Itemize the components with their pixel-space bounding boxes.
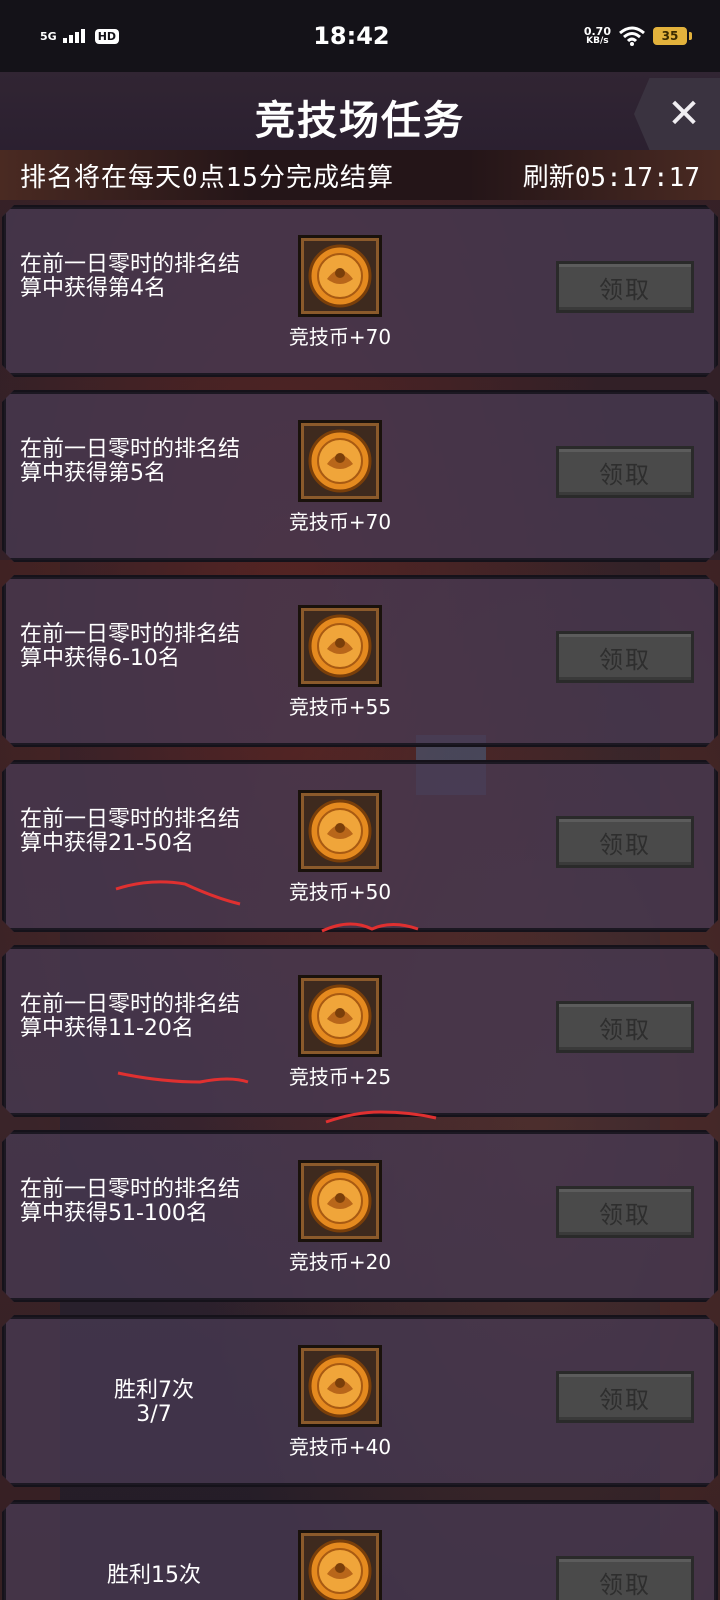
settlement-notice: 排名将在每天0点15分完成结算 刷新05:17:17 [0,150,720,200]
task-progress: 3/7 [136,1402,172,1427]
net-speed: 0.70 KB/s [584,26,611,46]
task-description: 在前一日零时的排名结 算中获得51-100名 [20,1178,280,1226]
claim-button[interactable]: 领取 [556,816,694,868]
task-description: 在前一日零时的排名结 算中获得第5名 [20,438,280,486]
status-bar: 5G HD 18:42 0.70 KB/s 35 [0,0,720,72]
close-icon: ✕ [667,91,701,137]
task-description: 胜利7次 3/7 [64,1379,244,1427]
task-card: 胜利15次 领取 [2,1500,718,1600]
arena-coin-icon [298,420,382,502]
claim-button[interactable]: 领取 [556,446,694,498]
network-type: 5G [40,29,57,43]
arena-coin-icon [298,1160,382,1242]
task-card: 在前一日零时的排名结 算中获得第4名 竞技币+70 领取 [2,205,718,377]
settlement-text: 排名将在每天0点15分完成结算 [20,162,394,193]
task-desc-line2: 算中获得第4名 [20,276,166,301]
wifi-icon [619,26,645,46]
task-desc-line1: 在前一日零时的排名结 [20,992,241,1017]
task-description: 在前一日零时的排名结 算中获得第4名 [20,253,280,301]
reward-label: 竞技币+55 [288,695,392,719]
reward-label: 竞技币+20 [288,1250,392,1274]
claim-button[interactable]: 领取 [556,1556,694,1600]
task-desc-line1: 在前一日零时的排名结 [20,807,241,832]
task-card: 在前一日零时的排名结 算中获得21-50名 竞技币+50 领取 [2,760,718,932]
net-speed-unit: KB/s [586,36,609,46]
task-desc-line2: 算中获得11-20名 [20,1016,194,1041]
task-card: 在前一日零时的排名结 算中获得6-10名 竞技币+55 领取 [2,575,718,747]
page-header: 竞技场任务 ✕ [0,72,720,150]
task-description: 胜利15次 [64,1564,244,1588]
reward-label: 竞技币+70 [288,325,392,349]
battery-level: 35 [661,29,679,43]
claim-button[interactable]: 领取 [556,1371,694,1423]
claim-button[interactable]: 领取 [556,1001,694,1053]
task-description: 在前一日零时的排名结 算中获得6-10名 [20,623,280,671]
arena-coin-icon [298,1345,382,1427]
page-title: 竞技场任务 [255,98,465,144]
task-description: 在前一日零时的排名结 算中获得11-20名 [20,993,280,1041]
claim-button[interactable]: 领取 [556,261,694,313]
task-desc-line1: 在前一日零时的排名结 [20,622,241,647]
task-card: 在前一日零时的排名结 算中获得51-100名 竞技币+20 领取 [2,1130,718,1302]
hd-badge: HD [94,28,120,44]
task-desc-line1: 胜利15次 [107,1563,201,1588]
reward-label: 竞技币+50 [288,880,392,904]
task-desc-line2: 算中获得6-10名 [20,646,180,671]
arena-coin-icon [298,1530,382,1600]
status-right: 0.70 KB/s 35 [584,26,692,46]
status-left: 5G HD [40,28,120,44]
claim-button[interactable]: 领取 [556,631,694,683]
task-desc-line2: 算中获得第5名 [20,461,166,486]
task-desc-line2: 算中获得21-50名 [20,831,194,856]
battery-icon: 35 [652,27,687,45]
task-desc-line1: 胜利7次 [114,1378,194,1403]
reward-label: 竞技币+70 [288,510,392,534]
claim-button[interactable]: 领取 [556,1186,694,1238]
task-desc-line1: 在前一日零时的排名结 [20,1177,241,1202]
task-desc-line1: 在前一日零时的排名结 [20,437,241,462]
task-desc-line2: 算中获得51-100名 [20,1201,208,1226]
task-desc-line1: 在前一日零时的排名结 [20,252,241,277]
task-card: 胜利7次 3/7 竞技币+40 领取 [2,1315,718,1487]
arena-coin-icon [298,790,382,872]
reward-label: 竞技币+25 [288,1065,392,1089]
task-card: 在前一日零时的排名结 算中获得第5名 竞技币+70 领取 [2,390,718,562]
arena-coin-icon [298,605,382,687]
reward-label: 竞技币+40 [288,1435,392,1459]
arena-coin-icon [298,975,382,1057]
arena-coin-icon [298,235,382,317]
refresh-countdown: 刷新05:17:17 [522,162,700,193]
clock: 18:42 [313,22,390,50]
task-description: 在前一日零时的排名结 算中获得21-50名 [20,808,280,856]
close-button[interactable]: ✕ [634,78,720,150]
signal-icon [62,29,85,43]
task-card: 在前一日零时的排名结 算中获得11-20名 竞技币+25 领取 [2,945,718,1117]
